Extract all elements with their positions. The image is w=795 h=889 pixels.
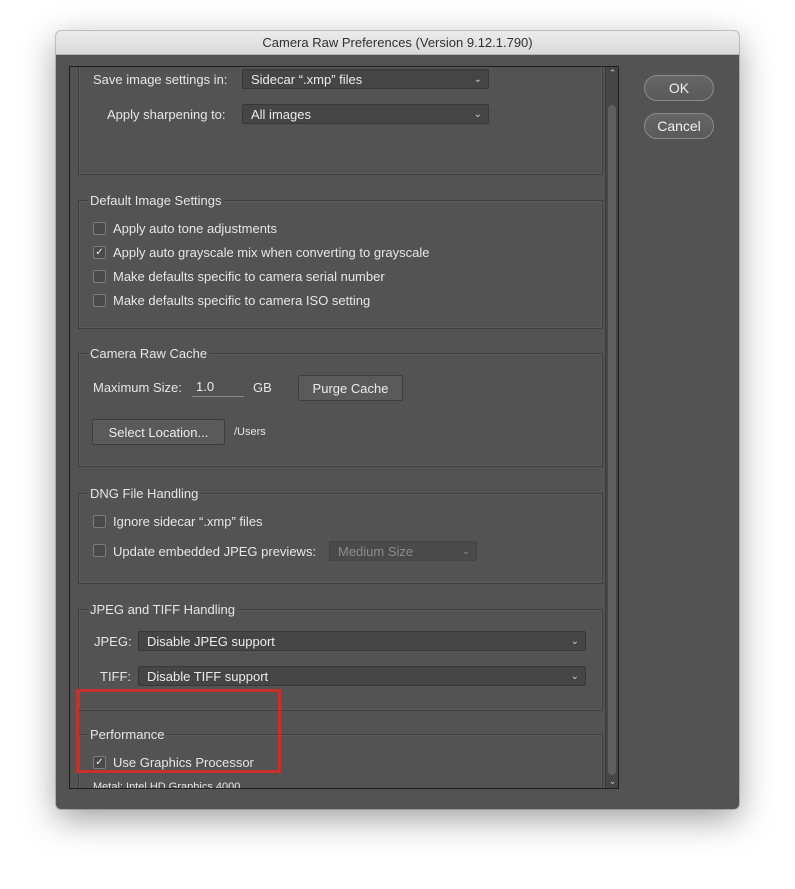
- auto-tone-checkbox[interactable]: [93, 222, 106, 235]
- sharpening-label: Apply sharpening to:: [107, 107, 226, 122]
- scroll-up-icon[interactable]: ⌃: [607, 68, 618, 78]
- auto-grayscale-label: Apply auto grayscale mix when converting…: [113, 245, 430, 260]
- preview-size-select: Medium Size ⌄: [329, 541, 477, 561]
- ignore-sidecar-label: Ignore sidecar “.xmp” files: [113, 514, 263, 529]
- update-previews-checkbox[interactable]: [93, 544, 106, 557]
- dng-file-handling-group: [78, 493, 603, 584]
- chevron-down-icon: ⌄: [461, 546, 470, 557]
- auto-grayscale-checkbox[interactable]: ✓: [93, 246, 106, 259]
- tiff-value: Disable TIFF support: [147, 669, 269, 684]
- scroll-down-icon[interactable]: ⌄: [607, 776, 618, 786]
- preview-size-value: Medium Size: [338, 544, 414, 559]
- chevron-down-icon: ⌄: [570, 671, 579, 682]
- cancel-button[interactable]: Cancel: [644, 113, 714, 139]
- save-settings-value: Sidecar “.xmp” files: [251, 72, 363, 87]
- cache-path: /Users: [234, 426, 266, 438]
- jpeg-label: JPEG:: [94, 634, 132, 649]
- tiff-select[interactable]: Disable TIFF support ⌄: [138, 666, 586, 686]
- sharpening-value: All images: [251, 107, 311, 122]
- camera-raw-cache-group: [78, 353, 603, 467]
- ignore-sidecar-checkbox[interactable]: [93, 515, 106, 528]
- scrollbar-thumb[interactable]: [608, 105, 616, 775]
- save-settings-select[interactable]: Sidecar “.xmp” files ⌄: [242, 69, 489, 89]
- preferences-scroll-pane[interactable]: Save image settings in: Sidecar “.xmp” f…: [69, 66, 619, 789]
- vertical-scrollbar[interactable]: ⌃ ⌄: [605, 67, 618, 788]
- jpeg-select[interactable]: Disable JPEG support ⌄: [138, 631, 586, 651]
- max-size-unit: GB: [253, 380, 272, 395]
- checkmark-icon: ✓: [95, 247, 104, 258]
- default-image-settings-title: Default Image Settings: [88, 193, 224, 208]
- max-size-label: Maximum Size:: [93, 380, 182, 395]
- chevron-down-icon: ⌄: [570, 636, 579, 647]
- purge-cache-button[interactable]: Purge Cache: [298, 375, 403, 401]
- iso-setting-checkbox[interactable]: [93, 294, 106, 307]
- tiff-label: TIFF:: [100, 669, 132, 684]
- performance-highlight-box: [76, 689, 281, 773]
- serial-number-checkbox[interactable]: [93, 270, 106, 283]
- save-settings-label: Save image settings in:: [93, 72, 228, 87]
- default-image-settings-group: [78, 200, 603, 329]
- gpu-info: Metal: Intel HD Graphics 4000: [93, 781, 241, 789]
- chevron-down-icon: ⌄: [473, 109, 482, 120]
- auto-tone-label: Apply auto tone adjustments: [113, 221, 278, 236]
- ok-button[interactable]: OK: [644, 75, 714, 101]
- jpeg-tiff-handling-title: JPEG and TIFF Handling: [88, 602, 237, 617]
- dng-file-handling-title: DNG File Handling: [88, 486, 201, 501]
- iso-setting-label: Make defaults specific to camera ISO set…: [113, 293, 371, 308]
- sharpening-select[interactable]: All images ⌄: [242, 104, 489, 124]
- serial-number-label: Make defaults specific to camera serial …: [113, 269, 385, 284]
- chevron-down-icon: ⌄: [473, 74, 482, 85]
- select-location-button[interactable]: Select Location...: [92, 419, 225, 445]
- camera-raw-cache-title: Camera Raw Cache: [88, 346, 210, 361]
- jpeg-value: Disable JPEG support: [147, 634, 275, 649]
- window-title: Camera Raw Preferences (Version 9.12.1.7…: [56, 31, 739, 55]
- max-size-input[interactable]: 1.0: [192, 378, 244, 397]
- update-previews-label: Update embedded JPEG previews:: [113, 544, 317, 559]
